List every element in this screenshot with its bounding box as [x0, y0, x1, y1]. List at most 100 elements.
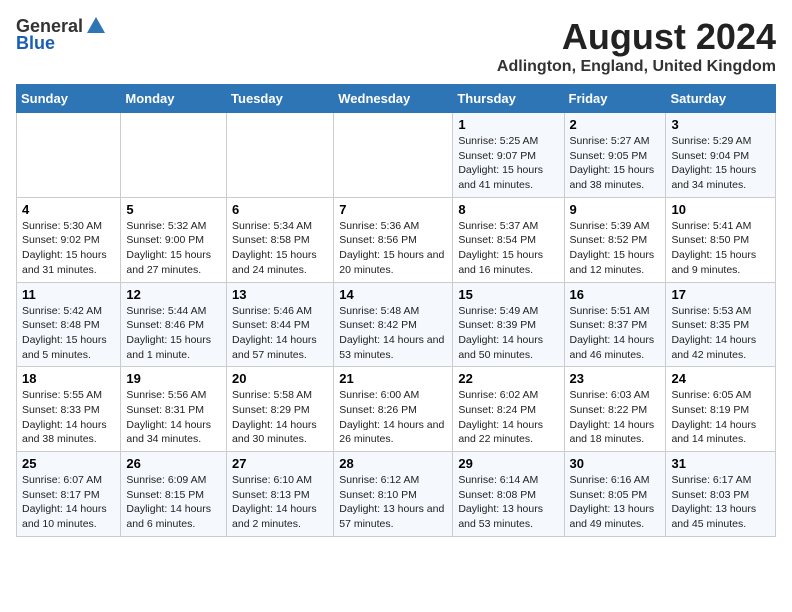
logo-blue: Blue — [16, 33, 55, 54]
calendar-cell: 12 Sunrise: 5:44 AM Sunset: 8:46 PM Dayli… — [121, 282, 227, 367]
day-info: Sunrise: 5:41 AM Sunset: 8:50 PM Dayligh… — [671, 219, 770, 278]
calendar-cell: 28Sunrise: 6:12 AM Sunset: 8:10 PM Dayli… — [334, 452, 453, 537]
calendar-cell: 3Sunrise: 5:29 AM Sunset: 9:04 PM Daylig… — [666, 113, 776, 198]
day-info: Sunrise: 6:05 AM Sunset: 8:19 PM Dayligh… — [671, 388, 770, 447]
day-info: Sunrise: 5:27 AM Sunset: 9:05 PM Dayligh… — [570, 134, 661, 193]
day-number: 12 — [126, 287, 221, 302]
calendar-cell: 9 Sunrise: 5:39 AM Sunset: 8:52 PM Daylig… — [564, 197, 666, 282]
calendar-cell: 22 Sunrise: 6:02 AM Sunset: 8:24 PM Dayli… — [453, 367, 564, 452]
calendar-cell: 30 Sunrise: 6:16 AM Sunset: 8:05 PM Dayli… — [564, 452, 666, 537]
day-info: Sunrise: 5:58 AM Sunset: 8:29 PM Dayligh… — [232, 388, 328, 447]
day-number: 2 — [570, 117, 661, 132]
day-number: 14 — [339, 287, 447, 302]
day-number: 19 — [126, 371, 221, 386]
day-number: 30 — [570, 456, 661, 471]
day-info: Sunrise: 6:03 AM Sunset: 8:22 PM Dayligh… — [570, 388, 661, 447]
day-number: 11 — [22, 287, 115, 302]
day-number: 26 — [126, 456, 221, 471]
day-info: Sunrise: 5:49 AM Sunset: 8:39 PM Dayligh… — [458, 304, 558, 363]
calendar-cell: 5Sunrise: 5:32 AM Sunset: 9:00 PM Daylig… — [121, 197, 227, 282]
calendar-cell — [227, 113, 334, 198]
calendar-cell: 21 Sunrise: 6:00 AM Sunset: 8:26 PM Dayli… — [334, 367, 453, 452]
day-info: Sunrise: 6:12 AM Sunset: 8:10 PM Dayligh… — [339, 473, 447, 532]
day-info: Sunrise: 5:36 AM Sunset: 8:56 PM Dayligh… — [339, 219, 447, 278]
calendar-cell — [334, 113, 453, 198]
day-info: Sunrise: 5:56 AM Sunset: 8:31 PM Dayligh… — [126, 388, 221, 447]
day-number: 22 — [458, 371, 558, 386]
calendar-cell: 16 Sunrise: 5:51 AM Sunset: 8:37 PM Dayli… — [564, 282, 666, 367]
day-number: 16 — [570, 287, 661, 302]
col-header-friday: Friday — [564, 85, 666, 113]
day-info: Sunrise: 6:16 AM Sunset: 8:05 PM Dayligh… — [570, 473, 661, 532]
day-info: Sunrise: 6:10 AM Sunset: 8:13 PM Dayligh… — [232, 473, 328, 532]
day-info: Sunrise: 5:37 AM Sunset: 8:54 PM Dayligh… — [458, 219, 558, 278]
day-info: Sunrise: 6:17 AM Sunset: 8:03 PM Dayligh… — [671, 473, 770, 532]
calendar-cell: 11 Sunrise: 5:42 AM Sunset: 8:48 PM Dayli… — [17, 282, 121, 367]
day-number: 17 — [671, 287, 770, 302]
day-number: 27 — [232, 456, 328, 471]
day-info: Sunrise: 5:55 AM Sunset: 8:33 PM Dayligh… — [22, 388, 115, 447]
day-info: Sunrise: 6:14 AM Sunset: 8:08 PM Dayligh… — [458, 473, 558, 532]
day-number: 23 — [570, 371, 661, 386]
calendar-cell: 23 Sunrise: 6:03 AM Sunset: 8:22 PM Dayli… — [564, 367, 666, 452]
day-number: 21 — [339, 371, 447, 386]
calendar-cell: 19 Sunrise: 5:56 AM Sunset: 8:31 PM Dayli… — [121, 367, 227, 452]
calendar-cell: 7 Sunrise: 5:36 AM Sunset: 8:56 PM Daylig… — [334, 197, 453, 282]
col-header-saturday: Saturday — [666, 85, 776, 113]
col-header-tuesday: Tuesday — [227, 85, 334, 113]
day-number: 1 — [458, 117, 558, 132]
day-number: 15 — [458, 287, 558, 302]
day-info: Sunrise: 5:39 AM Sunset: 8:52 PM Dayligh… — [570, 219, 661, 278]
day-number: 31 — [671, 456, 770, 471]
calendar-cell: 8 Sunrise: 5:37 AM Sunset: 8:54 PM Daylig… — [453, 197, 564, 282]
calendar-cell: 27 Sunrise: 6:10 AM Sunset: 8:13 PM Dayli… — [227, 452, 334, 537]
day-number: 7 — [339, 202, 447, 217]
day-info: Sunrise: 5:48 AM Sunset: 8:42 PM Dayligh… — [339, 304, 447, 363]
calendar-cell: 1 Sunrise: 5:25 AM Sunset: 9:07 PM Daylig… — [453, 113, 564, 198]
calendar-cell: 18 Sunrise: 5:55 AM Sunset: 8:33 PM Dayli… — [17, 367, 121, 452]
main-title: August 2024 — [497, 16, 776, 58]
title-block: August 2024 Adlington, England, United K… — [497, 16, 776, 76]
calendar-cell: 20 Sunrise: 5:58 AM Sunset: 8:29 PM Dayli… — [227, 367, 334, 452]
calendar-cell: 31 Sunrise: 6:17 AM Sunset: 8:03 PM Dayli… — [666, 452, 776, 537]
day-info: Sunrise: 6:09 AM Sunset: 8:15 PM Dayligh… — [126, 473, 221, 532]
calendar-cell: 13Sunrise: 5:46 AM Sunset: 8:44 PM Dayli… — [227, 282, 334, 367]
day-info: Sunrise: 6:00 AM Sunset: 8:26 PM Dayligh… — [339, 388, 447, 447]
subtitle: Adlington, England, United Kingdom — [497, 58, 776, 76]
day-number: 9 — [570, 202, 661, 217]
day-number: 18 — [22, 371, 115, 386]
calendar-cell: 25 Sunrise: 6:07 AM Sunset: 8:17 PM Dayli… — [17, 452, 121, 537]
day-number: 3 — [671, 117, 770, 132]
day-number: 20 — [232, 371, 328, 386]
calendar-cell — [17, 113, 121, 198]
day-number: 4 — [22, 202, 115, 217]
day-number: 6 — [232, 202, 328, 217]
day-info: Sunrise: 5:53 AM Sunset: 8:35 PM Dayligh… — [671, 304, 770, 363]
day-info: Sunrise: 5:30 AM Sunset: 9:02 PM Dayligh… — [22, 219, 115, 278]
calendar-cell: 26 Sunrise: 6:09 AM Sunset: 8:15 PM Dayli… — [121, 452, 227, 537]
day-number: 5 — [126, 202, 221, 217]
calendar-cell: 29 Sunrise: 6:14 AM Sunset: 8:08 PM Dayli… — [453, 452, 564, 537]
calendar-cell: 14 Sunrise: 5:48 AM Sunset: 8:42 PM Dayli… — [334, 282, 453, 367]
day-info: Sunrise: 6:07 AM Sunset: 8:17 PM Dayligh… — [22, 473, 115, 532]
calendar-cell: 17 Sunrise: 5:53 AM Sunset: 8:35 PM Dayli… — [666, 282, 776, 367]
calendar-cell: 10 Sunrise: 5:41 AM Sunset: 8:50 PM Dayli… — [666, 197, 776, 282]
day-info: Sunrise: 5:51 AM Sunset: 8:37 PM Dayligh… — [570, 304, 661, 363]
calendar-cell: 15 Sunrise: 5:49 AM Sunset: 8:39 PM Dayli… — [453, 282, 564, 367]
logo-icon — [85, 15, 107, 37]
calendar-table: SundayMondayTuesdayWednesdayThursdayFrid… — [16, 84, 776, 537]
day-info: Sunrise: 5:44 AM Sunset: 8:46 PM Dayligh… — [126, 304, 221, 363]
day-info: Sunrise: 6:02 AM Sunset: 8:24 PM Dayligh… — [458, 388, 558, 447]
day-info: Sunrise: 5:42 AM Sunset: 8:48 PM Dayligh… — [22, 304, 115, 363]
calendar-cell: 6Sunrise: 5:34 AM Sunset: 8:58 PM Daylig… — [227, 197, 334, 282]
calendar-cell: 4 Sunrise: 5:30 AM Sunset: 9:02 PM Daylig… — [17, 197, 121, 282]
day-info: Sunrise: 5:25 AM Sunset: 9:07 PM Dayligh… — [458, 134, 558, 193]
day-number: 10 — [671, 202, 770, 217]
day-number: 25 — [22, 456, 115, 471]
calendar-cell: 2 Sunrise: 5:27 AM Sunset: 9:05 PM Daylig… — [564, 113, 666, 198]
day-number: 8 — [458, 202, 558, 217]
day-number: 29 — [458, 456, 558, 471]
day-info: Sunrise: 5:46 AM Sunset: 8:44 PM Dayligh… — [232, 304, 328, 363]
col-header-sunday: Sunday — [17, 85, 121, 113]
calendar-cell — [121, 113, 227, 198]
